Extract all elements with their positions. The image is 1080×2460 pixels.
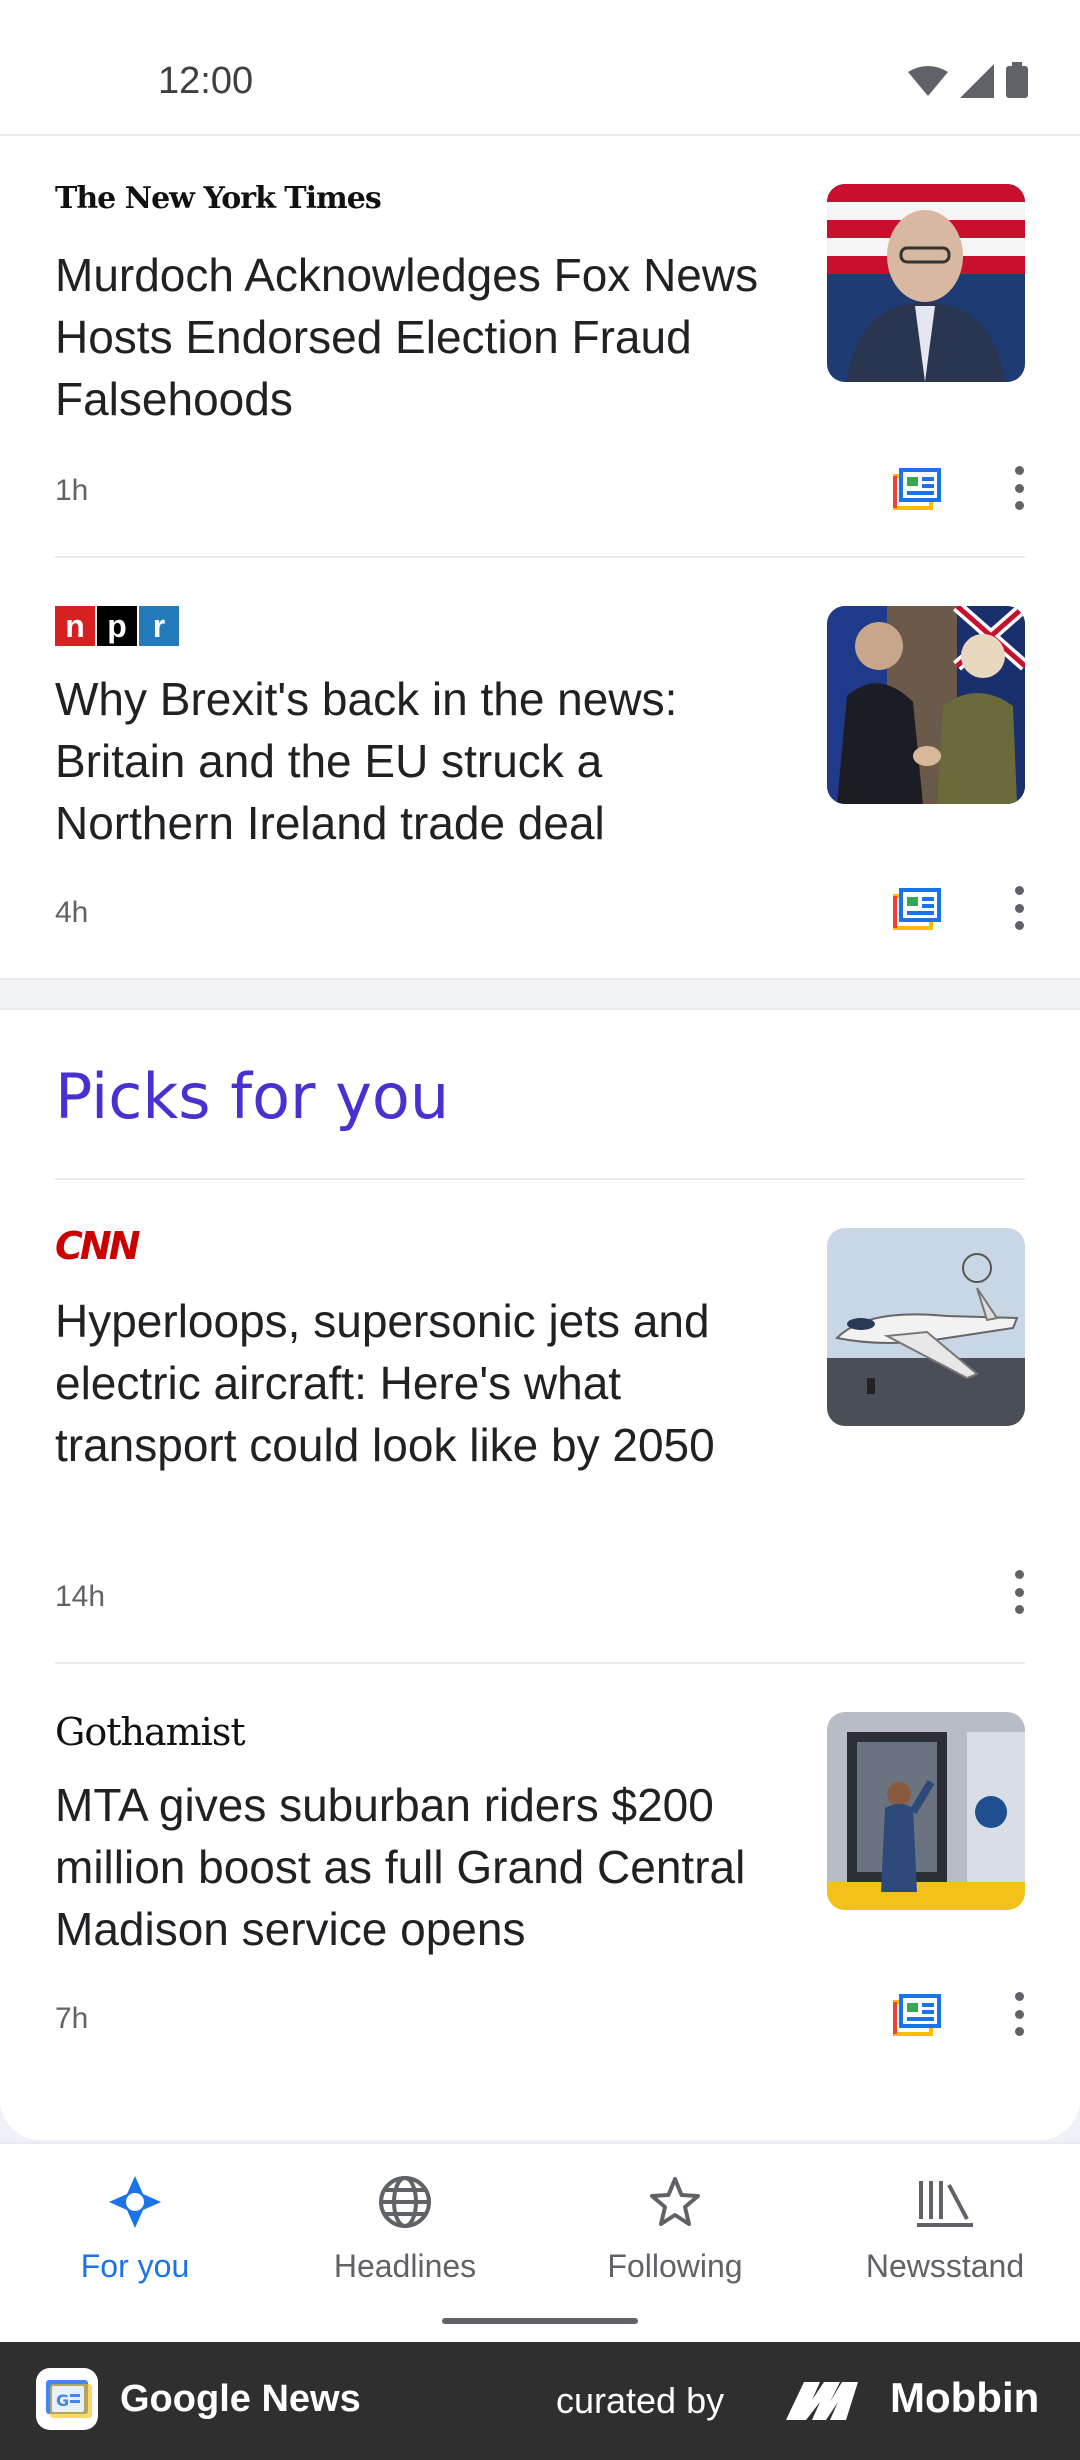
article-headline[interactable]: Murdoch Acknowledges Fox News Hosts Endo… (55, 244, 785, 430)
article-thumbnail[interactable] (827, 1712, 1025, 1910)
article-thumbnail[interactable] (827, 1228, 1025, 1426)
status-icons (908, 62, 1028, 98)
section-title: Picks for you (55, 1060, 450, 1133)
article-time: 4h (55, 896, 89, 929)
npr-letter-p: p (97, 606, 137, 646)
article-headline[interactable]: MTA gives suburban riders $200 million b… (55, 1774, 785, 1960)
full-coverage-icon[interactable] (893, 1994, 941, 2036)
more-options-icon[interactable] (1013, 466, 1025, 510)
source-name: The New York Times (55, 180, 382, 216)
status-bar: 12:00 (0, 0, 1080, 136)
news-feed[interactable]: The New York Times Murdoch Acknowledges … (0, 136, 1080, 2084)
section-separator (0, 978, 1080, 1010)
footer-curated-by: curated by (556, 2380, 725, 2421)
nav-following[interactable]: Following (540, 2172, 810, 2285)
bottom-navigation: For you Headlines Following Newsstand (0, 2142, 1080, 2342)
nav-label: Newsstand (865, 2248, 1025, 2284)
full-coverage-icon[interactable] (893, 888, 941, 930)
train-photo (827, 1712, 1025, 1910)
article-thumbnail[interactable] (827, 184, 1025, 382)
handshake-photo (827, 606, 1025, 804)
more-options-icon[interactable] (1013, 1992, 1025, 2036)
nav-headlines[interactable]: Headlines (270, 2172, 540, 2285)
google-news-app-icon: G (36, 2368, 98, 2430)
globe-icon (379, 2176, 431, 2228)
more-options-icon[interactable] (1013, 1570, 1025, 1614)
murdoch-photo (827, 184, 1025, 382)
nav-label: Headlines (333, 2248, 477, 2284)
battery-icon (1006, 62, 1028, 98)
article-time: 1h (55, 474, 89, 507)
nav-label: Following (607, 2248, 743, 2284)
aircraft-photo (827, 1228, 1025, 1426)
status-time: 12:00 (158, 60, 254, 102)
full-coverage-icon[interactable] (893, 468, 941, 510)
newsstand-icon (917, 2181, 973, 2227)
for-you-icon (109, 2176, 161, 2228)
section-header: Picks for you (55, 1010, 1025, 1180)
nav-label: For you (80, 2248, 190, 2284)
feed-card-bottom-edge (0, 2090, 1080, 2140)
signal-icon (960, 64, 994, 98)
article-card[interactable]: CNN Hyperloops, supersonic jets and elec… (55, 1180, 1025, 1664)
nav-newsstand[interactable]: Newsstand (810, 2172, 1080, 2285)
star-icon (650, 2177, 700, 2226)
source-name: CNN (55, 1224, 140, 1268)
article-headline[interactable]: Hyperloops, supersonic jets and electric… (55, 1290, 785, 1476)
nav-for-you[interactable]: For you (0, 2172, 270, 2285)
svg-text:G: G (56, 2391, 69, 2410)
footer-bar: G Google News curated by Mobbin (0, 2342, 1080, 2460)
npr-letter-n: n (55, 606, 95, 646)
article-time: 7h (55, 2002, 89, 2035)
source-logo-gothamist: Gothamist (55, 1710, 246, 1754)
footer-app-name: Google News (120, 2378, 361, 2420)
more-options-icon[interactable] (1013, 886, 1025, 930)
home-indicator[interactable] (442, 2318, 638, 2324)
article-thumbnail[interactable] (827, 606, 1025, 804)
source-logo-npr: n p r (55, 606, 179, 646)
source-name: Gothamist (55, 1710, 246, 1754)
npr-letter-r: r (139, 606, 179, 646)
source-logo-nyt: The New York Times (55, 178, 382, 218)
article-headline[interactable]: Why Brexit's back in the news: Britain a… (55, 668, 785, 854)
article-card[interactable]: The New York Times Murdoch Acknowledges … (55, 136, 1025, 558)
mobbin-logo-icon (786, 2382, 858, 2420)
article-time: 14h (55, 1580, 106, 1613)
source-logo-cnn: CNN (55, 1224, 140, 1268)
wifi-icon (908, 66, 948, 96)
article-card[interactable]: n p r Why Brexit's back in the news: Bri… (55, 558, 1025, 978)
article-card[interactable]: Gothamist MTA gives suburban riders $200… (55, 1664, 1025, 2084)
footer-brand: Mobbin (890, 2374, 1040, 2421)
